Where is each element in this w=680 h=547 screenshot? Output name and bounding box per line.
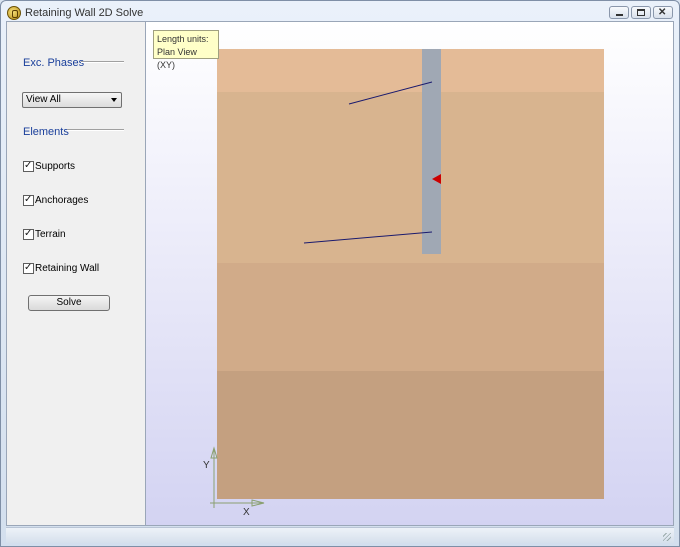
soil-layer-4 (217, 371, 604, 499)
minimize-button[interactable] (609, 6, 629, 19)
check-icon: ✓ (24, 160, 33, 171)
app-icon (7, 6, 21, 20)
phase-select[interactable]: View All (22, 92, 122, 108)
elements-divider (67, 129, 124, 131)
retaining-wall-checkbox[interactable]: ✓ (23, 262, 34, 274)
x-axis-label: X (243, 507, 250, 518)
info-tooltip: Length units: Plan View (XY) (153, 30, 219, 70)
terrain-checkbox[interactable]: ✓ (23, 228, 34, 240)
length-units-text: Length units: (157, 34, 209, 44)
supports-label: Supports (35, 161, 76, 172)
check-icon: ✓ (24, 228, 33, 239)
exc-phases-heading: Exc. Phases (23, 57, 85, 69)
solve-button[interactable]: Solve (28, 295, 110, 311)
check-icon: ✓ (24, 194, 33, 205)
exc-phases-divider (81, 61, 124, 63)
supports-checkbox[interactable]: ✓ (23, 160, 34, 172)
retaining-wall (422, 49, 441, 254)
retaining-wall-label: Retaining Wall (35, 263, 100, 274)
soil-layer-3 (217, 263, 604, 371)
y-axis-label: Y (203, 460, 210, 471)
elements-heading: Elements (23, 126, 69, 138)
phase-select-value: View All (26, 94, 61, 105)
maximize-button[interactable] (631, 6, 651, 19)
chevron-down-icon (111, 98, 117, 102)
maximize-icon (637, 9, 645, 16)
soil-layer-1 (217, 49, 604, 92)
status-bar (6, 527, 674, 543)
drawing-viewport[interactable]: Y X Length units: Plan View (XY) (146, 22, 673, 525)
resize-grip-icon[interactable] (663, 533, 671, 541)
view-mode-text: Plan View (XY) (157, 47, 197, 70)
terrain-label: Terrain (35, 229, 66, 240)
anchorages-checkbox[interactable]: ✓ (23, 194, 34, 206)
client-area: Exc. Phases View All Elements ✓ Supports… (6, 21, 674, 526)
window-title: Retaining Wall 2D Solve (25, 7, 144, 19)
model-canvas: Y X (203, 49, 604, 518)
check-icon: ✓ (24, 262, 33, 273)
minimize-icon (616, 14, 623, 16)
soil-layer-2 (217, 92, 604, 263)
close-icon: ✕ (658, 7, 667, 18)
close-button[interactable]: ✕ (653, 6, 673, 19)
anchorages-label: Anchorages (35, 195, 89, 206)
options-panel: Exc. Phases View All Elements ✓ Supports… (7, 22, 146, 525)
